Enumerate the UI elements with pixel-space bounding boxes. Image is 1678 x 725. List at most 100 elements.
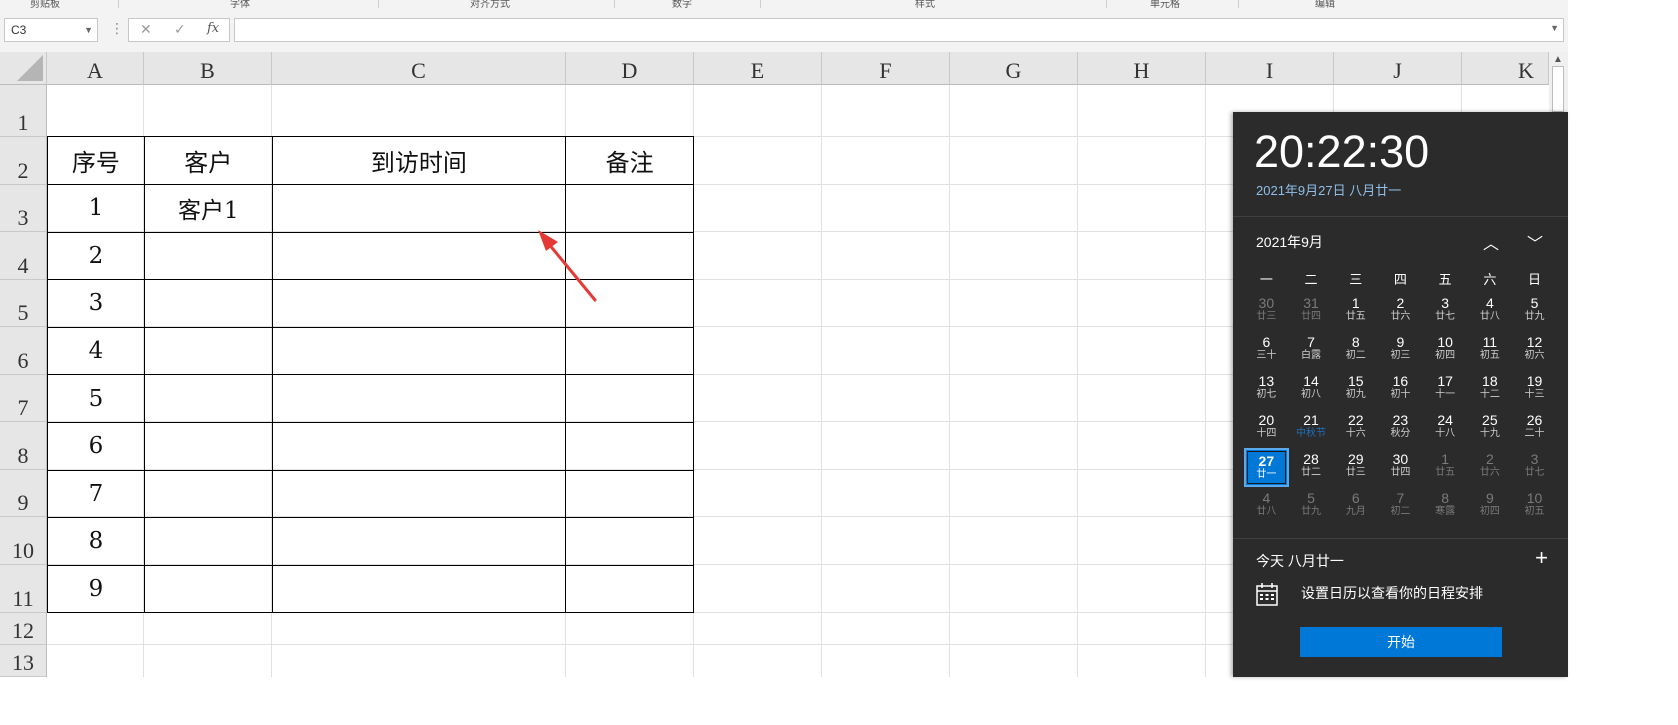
calendar-day[interactable]: 1 廿五 — [1423, 448, 1468, 487]
weekday-label: 二 — [1304, 272, 1318, 287]
calendar-day[interactable]: 16 初十 — [1378, 370, 1423, 409]
calendar-day[interactable]: 23 秋分 — [1378, 409, 1423, 448]
red-arrow-to-cell-icon — [538, 230, 597, 302]
day-number: 5 — [1530, 295, 1539, 311]
calendar-day[interactable]: 2 廿六 — [1468, 448, 1513, 487]
day-number: 31 — [1303, 295, 1319, 311]
calendar-day[interactable]: 6 三十 — [1244, 331, 1289, 370]
lunar-date: 廿九 — [1524, 311, 1545, 322]
day-number: 9 — [1485, 490, 1494, 506]
calendar-day[interactable]: 21 中秋节 — [1289, 409, 1334, 448]
weekday-label: 五 — [1438, 272, 1452, 287]
calendar-day[interactable]: 13 初七 — [1244, 370, 1289, 409]
calendar-day[interactable]: 4 廿八 — [1244, 487, 1289, 526]
previous-month-icon[interactable]: ︿ — [1483, 230, 1499, 254]
lunar-date: 九月 — [1345, 506, 1366, 517]
calendar-day[interactable]: 5 廿九 — [1512, 292, 1557, 331]
lunar-date: 十三 — [1524, 389, 1545, 400]
day-number: 21 — [1303, 412, 1319, 428]
calendar-day[interactable]: 9 初四 — [1468, 487, 1513, 526]
lunar-date: 廿七 — [1524, 467, 1545, 478]
lunar-date: 廿六 — [1479, 467, 1500, 478]
calendar-day-today[interactable]: 27 廿一 — [1244, 448, 1289, 487]
full-date-link[interactable]: 2021年9月27日 八月廿一 — [1256, 180, 1401, 199]
day-number: 16 — [1392, 373, 1409, 389]
calendar-icon — [1256, 583, 1278, 606]
day-number: 2 — [1396, 295, 1405, 311]
lunar-date: 初二 — [1390, 506, 1411, 517]
day-number: 1 — [1441, 451, 1450, 467]
day-number: 23 — [1392, 412, 1409, 428]
calendar-day[interactable]: 4 廿八 — [1468, 292, 1513, 331]
lunar-date: 廿八 — [1479, 311, 1500, 322]
calendar-day[interactable]: 30 廿三 — [1244, 292, 1289, 331]
calendar-day[interactable]: 17 十一 — [1423, 370, 1468, 409]
calendar-day[interactable]: 5 廿九 — [1289, 487, 1334, 526]
calendar-day[interactable]: 30 廿四 — [1378, 448, 1423, 487]
day-number: 19 — [1526, 373, 1543, 389]
day-number: 10 — [1437, 334, 1453, 350]
day-number: 14 — [1303, 373, 1319, 389]
calendar-day[interactable]: 9 初三 — [1378, 331, 1423, 370]
lunar-date: 二十 — [1524, 428, 1545, 439]
day-number: 2 — [1485, 451, 1494, 467]
add-event-icon[interactable]: + — [1535, 545, 1548, 571]
calendar-day[interactable]: 8 寒露 — [1423, 487, 1468, 526]
calendar-day[interactable]: 7 白露 — [1289, 331, 1334, 370]
calendar-day[interactable]: 26 二十 — [1512, 409, 1557, 448]
lunar-date: 十二 — [1479, 389, 1500, 400]
start-button[interactable]: 开始 — [1300, 627, 1502, 657]
day-number: 4 — [1262, 490, 1271, 506]
day-number: 8 — [1441, 490, 1450, 506]
lunar-date: 十四 — [1256, 428, 1277, 439]
next-month-icon[interactable]: ﹀ — [1527, 230, 1543, 254]
day-number: 4 — [1485, 295, 1494, 311]
calendar-day[interactable]: 2 廿六 — [1378, 292, 1423, 331]
calendar-day[interactable]: 10 初五 — [1512, 487, 1557, 526]
lunar-date: 廿五 — [1345, 311, 1366, 322]
lunar-date: 初三 — [1390, 350, 1411, 361]
month-label[interactable]: 2021年9月 — [1256, 232, 1323, 252]
calendar-day[interactable]: 15 初九 — [1333, 370, 1378, 409]
calendar-day[interactable]: 19 十三 — [1512, 370, 1557, 409]
calendar-day[interactable]: 24 十八 — [1423, 409, 1468, 448]
calendar-day[interactable]: 3 廿七 — [1512, 448, 1557, 487]
calendar-day[interactable]: 3 廿七 — [1423, 292, 1468, 331]
calendar-day[interactable]: 7 初二 — [1378, 487, 1423, 526]
day-number: 8 — [1351, 334, 1360, 350]
day-number: 3 — [1441, 295, 1450, 311]
lunar-date: 初十 — [1390, 389, 1411, 400]
lunar-date: 十一 — [1435, 389, 1456, 400]
calendar-day[interactable]: 20 十四 — [1244, 409, 1289, 448]
lunar-date: 廿七 — [1435, 311, 1456, 322]
day-number: 26 — [1526, 412, 1543, 428]
calendar-day[interactable]: 31 廿四 — [1289, 292, 1334, 331]
day-number: 7 — [1396, 490, 1405, 506]
calendar-day[interactable]: 18 十二 — [1468, 370, 1513, 409]
day-number: 6 — [1262, 334, 1271, 350]
calendar-day[interactable]: 14 初八 — [1289, 370, 1334, 409]
calendar-day[interactable]: 22 十六 — [1333, 409, 1378, 448]
calendar-day[interactable]: 8 初二 — [1333, 331, 1378, 370]
day-number: 11 — [1482, 334, 1498, 350]
agenda-today-label: 今天 八月廿一 — [1256, 553, 1344, 569]
lunar-date: 廿二 — [1301, 467, 1322, 478]
lunar-date: 白露 — [1301, 350, 1322, 361]
calendar-day[interactable]: 11 初五 — [1468, 331, 1513, 370]
calendar-day[interactable]: 29 廿三 — [1333, 448, 1378, 487]
calendar-day[interactable]: 25 十九 — [1468, 409, 1513, 448]
lunar-date: 廿五 — [1435, 467, 1456, 478]
day-number: 9 — [1396, 334, 1405, 350]
weekday-label: 六 — [1483, 272, 1497, 287]
calendar-day[interactable]: 12 初六 — [1512, 331, 1557, 370]
day-number: 12 — [1526, 334, 1543, 350]
calendar-flyout: 20:22:30 2021年9月27日 八月廿一 2021年9月 ︿ ﹀ 一二三… — [1233, 112, 1568, 677]
lunar-date: 十六 — [1345, 428, 1366, 439]
day-number: 27 — [1258, 453, 1275, 469]
weekday-label: 日 — [1528, 272, 1542, 287]
calendar-day[interactable]: 28 廿二 — [1289, 448, 1334, 487]
calendar-day[interactable]: 6 九月 — [1333, 487, 1378, 526]
calendar-day[interactable]: 10 初四 — [1423, 331, 1468, 370]
calendar-day[interactable]: 1 廿五 — [1333, 292, 1378, 331]
day-number: 18 — [1482, 373, 1498, 389]
